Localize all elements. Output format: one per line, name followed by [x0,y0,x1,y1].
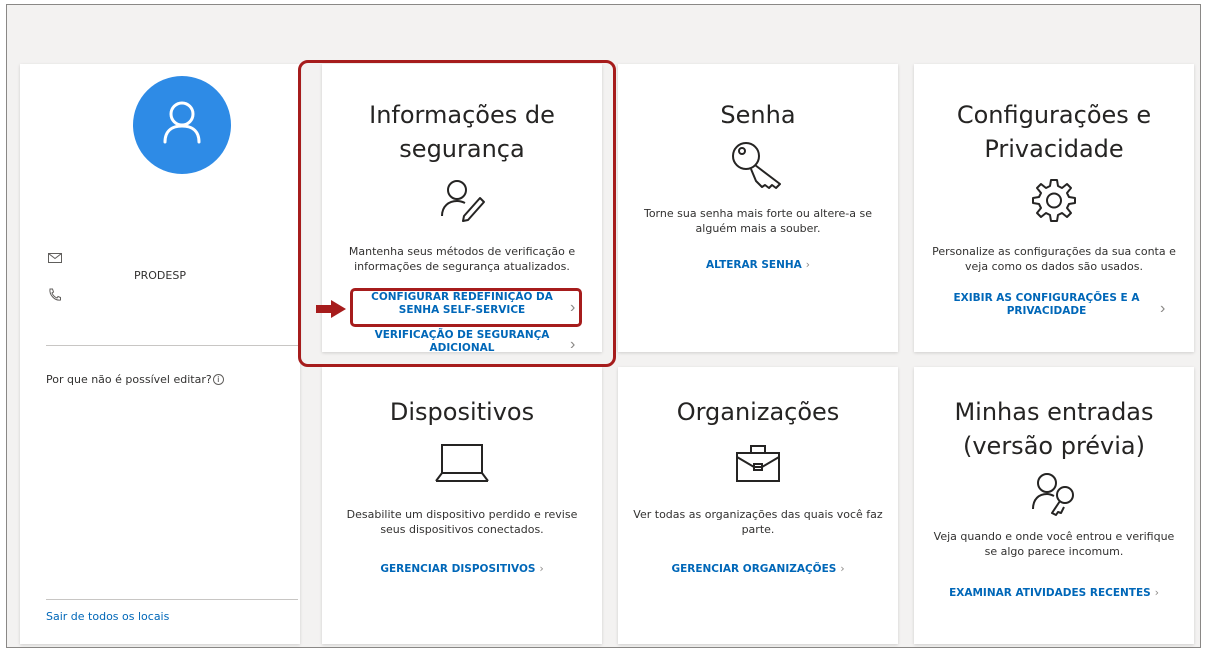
sign-ins-title: Minhas entradas (versão prévia) [914,395,1194,463]
password-description: Torne sua senha mais forte ou altere-a s… [618,206,898,236]
view-settings-link[interactable]: EXIBIR AS CONFIGURAÇÕES E A PRIVACIDADE [944,292,1149,318]
password-title: Senha [720,101,796,129]
user-icon [163,101,201,144]
chevron-right-icon: › [1160,300,1166,317]
chevron-right-icon: › [1154,587,1159,599]
org-name: PRODESP [134,269,186,282]
organizations-card: Organizações Ver todas as organizações d… [618,367,898,644]
settings-privacy-title: Configurações e Privacidade [914,98,1194,166]
sign-ins-desc-line1: Veja quando e onde você entrou e verifiq… [933,530,1175,543]
settings-privacy-title-line2: Privacidade [984,135,1124,163]
devices-card: Dispositivos Desabilite um dispositivo p… [322,367,602,644]
manage-organizations-link[interactable]: GERENCIAR ORGANIZAÇÕES › [618,563,898,576]
devices-description: Desabilite um dispositivo perdido e revi… [322,507,602,537]
why-cant-edit[interactable]: Por que não é possível editar? i [46,373,224,386]
view-settings-line2: PRIVACIDADE [1006,305,1087,317]
phone-icon [48,288,61,307]
why-cant-edit-label: Por que não é possível editar? [46,373,212,386]
settings-privacy-description: Personalize as configurações da sua cont… [914,244,1194,274]
settings-privacy-title-line1: Configurações e [956,101,1152,129]
sign-ins-desc-line2: se algo parece incomum. [984,545,1124,558]
arrow-right-icon [316,300,346,323]
password-desc-line1: Torne sua senha mais forte ou altere-a s… [643,207,873,220]
password-card: Senha Torne sua senha mais forte ou alte… [618,64,898,352]
change-password-label: ALTERAR SENHA [705,259,802,271]
profile-divider-bottom [46,599,298,600]
password-desc-line2: alguém mais a souber. [695,222,821,235]
settings-privacy-desc-line1: Personalize as configurações da sua cont… [932,245,1176,258]
settings-privacy-card: Configurações e Privacidade Personalize … [914,64,1194,352]
manage-devices-link[interactable]: GERENCIAR DISPOSITIVOS › [322,563,602,576]
highlight-inner-box [350,288,582,327]
organizations-desc-line1: Ver todas as organizações das quais você… [633,508,883,521]
laptop-icon [322,441,602,485]
key-icon [618,138,898,190]
briefcase-icon [618,441,898,485]
review-recent-activity-label: EXAMINAR ATIVIDADES RECENTES [949,587,1151,599]
chevron-right-icon: › [840,563,845,575]
chevron-right-icon: › [805,259,810,271]
organizations-title: Organizações [676,398,840,426]
manage-organizations-label: GERENCIAR ORGANIZAÇÕES [671,563,837,575]
view-settings-line1: EXIBIR AS CONFIGURAÇÕES E A [953,292,1140,304]
change-password-link[interactable]: ALTERAR SENHA › [618,259,898,272]
organizations-description: Ver todas as organizações das quais você… [618,507,898,537]
chevron-right-icon: › [539,563,544,575]
mail-icon [48,250,62,268]
signout-link[interactable]: Sair de todos os locais [46,610,169,623]
user-key-icon [914,471,1194,517]
profile-card: PRODESP Por que não é possível editar? i … [20,64,300,644]
review-recent-activity-link[interactable]: EXAMINAR ATIVIDADES RECENTES › [914,587,1194,600]
sign-ins-title-line1: Minhas entradas [954,398,1154,426]
devices-desc-line1: Desabilite um dispositivo perdido e revi… [346,508,578,521]
devices-desc-line2: seus dispositivos conectados. [380,523,544,536]
devices-title: Dispositivos [389,398,535,426]
profile-divider [46,345,298,346]
settings-privacy-desc-line2: veja como os dados são usados. [965,260,1143,273]
gear-icon [914,176,1194,224]
info-icon: i [212,374,224,385]
organizations-desc-line2: parte. [741,523,775,536]
sign-ins-description: Veja quando e onde você entrou e verifiq… [914,529,1194,559]
sign-ins-title-line2: (versão prévia) [962,432,1145,460]
manage-devices-label: GERENCIAR DISPOSITIVOS [380,563,536,575]
avatar[interactable] [133,76,231,174]
sign-ins-card: Minhas entradas (versão prévia) Veja qua… [914,367,1194,644]
